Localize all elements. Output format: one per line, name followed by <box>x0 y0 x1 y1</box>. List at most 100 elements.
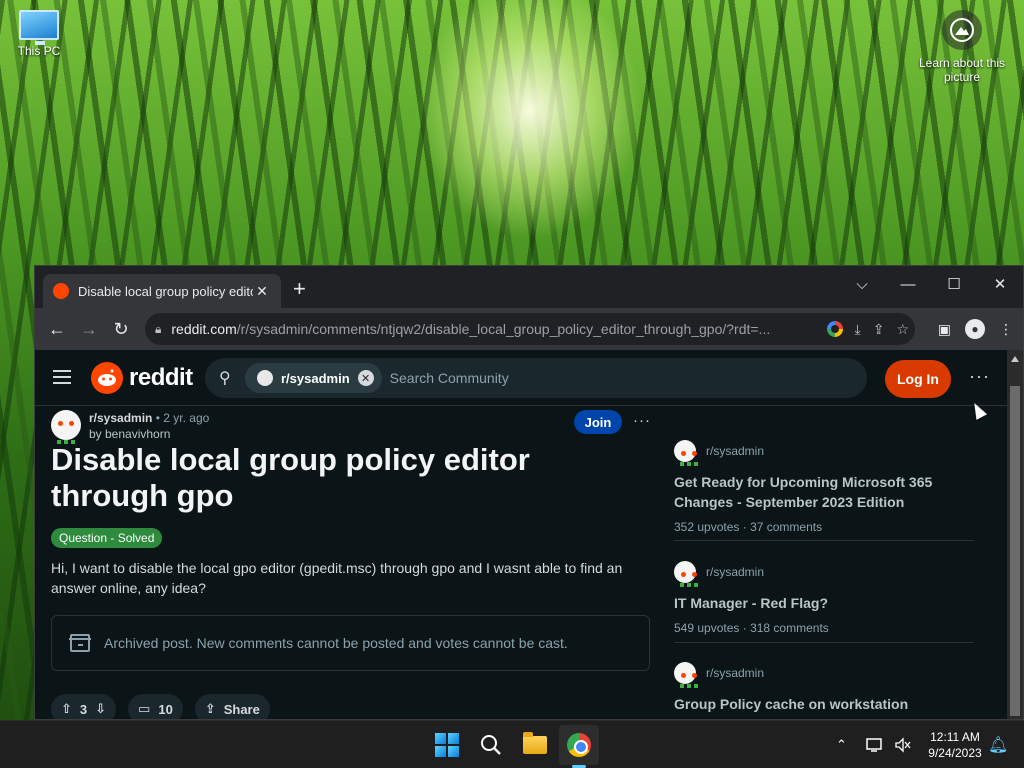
chrome-menu-icon[interactable]: ⋮ <box>999 321 1013 338</box>
side-panel-icon[interactable]: ▣ <box>938 321 951 338</box>
comments-button[interactable]: ▭ 10 <box>128 694 183 719</box>
url-host: reddit.com <box>171 321 237 337</box>
stats-separator: · <box>742 621 747 635</box>
share-label: Share <box>223 701 260 717</box>
post-subreddit[interactable]: r/sysadmin <box>89 411 152 425</box>
chip-clear-icon[interactable]: ✕ <box>357 370 374 386</box>
network-icon[interactable] <box>866 721 884 768</box>
login-button[interactable]: Log In <box>885 360 951 398</box>
subreddit-avatar[interactable] <box>51 410 81 444</box>
post-meta: r/sysadmin • 2 yr. ago by benavivhorn <box>51 410 209 444</box>
related-post[interactable]: r/sysadmin IT Manager - Red Flag? 549 up… <box>674 561 974 635</box>
back-arrow-icon[interactable]: ← <box>41 313 73 345</box>
divider <box>674 540 974 541</box>
google-lens-icon[interactable] <box>826 321 843 337</box>
subreddit-avatar <box>257 370 273 386</box>
close-button[interactable]: ✕ <box>977 270 1023 298</box>
reddit-logo[interactable]: reddit <box>91 362 193 394</box>
related-stats: 549 upvotes · 318 comments <box>674 621 974 635</box>
clock-time: 12:11 AM <box>930 730 980 744</box>
related-title[interactable]: IT Manager - Red Flag? <box>674 593 934 613</box>
related-subreddit: r/sysadmin <box>706 444 765 458</box>
tray-chevron-icon[interactable]: ⌃ <box>836 721 847 768</box>
post-more-icon[interactable]: ··· <box>633 412 651 429</box>
post-title: Disable local group policy editor throug… <box>51 442 530 513</box>
windows-logo-icon <box>435 733 459 757</box>
scroll-up-arrow-icon[interactable] <box>1011 356 1019 362</box>
address-bar[interactable]: 🔒︎ reddit.com /r/sysadmin/comments/ntjqw… <box>145 313 915 345</box>
divider <box>674 642 974 643</box>
reddit-favicon-icon <box>53 283 69 299</box>
install-app-icon[interactable]: ⤓ <box>855 321 861 338</box>
subreddit-chip[interactable]: r/sysadmin ✕ <box>245 363 382 393</box>
share-button[interactable]: ⇪ Share <box>194 694 270 719</box>
profile-avatar-icon[interactable]: ● <box>965 319 985 339</box>
clock-date: 9/24/2023 <box>928 746 982 760</box>
browser-toolbar: ← → ↻ 🔒︎ reddit.com /r/sysadmin/comments… <box>35 308 1023 350</box>
chrome-taskbar-button[interactable] <box>565 731 593 759</box>
search-input[interactable] <box>389 370 790 386</box>
subreddit-avatar <box>674 662 698 688</box>
search-icon: ⚲ <box>219 370 231 387</box>
related-subreddit: r/sysadmin <box>706 666 765 680</box>
new-tab-button[interactable]: + <box>293 278 306 300</box>
reddit-wordmark: reddit <box>129 364 193 391</box>
search-taskbar-button[interactable] <box>477 731 505 759</box>
archived-notice: Archived post. New comments cannot be po… <box>51 615 650 671</box>
share-icon[interactable]: ⇪ <box>873 321 885 338</box>
title-bar: Disable local group policy editor ✕ + ⌵ … <box>35 266 1023 308</box>
reddit-header: reddit ⚲ r/sysadmin ✕ Log In ··· <box>35 350 1009 406</box>
monitor-icon <box>19 10 59 45</box>
hamburger-menu-icon[interactable] <box>53 370 71 384</box>
taskbar: ⌃ 12:11 AM 9/24/2023 🔔︎ <box>0 720 1024 768</box>
search-bar[interactable]: ⚲ r/sysadmin ✕ <box>205 358 867 398</box>
camera-icon <box>942 10 982 50</box>
related-post[interactable]: r/sysadmin Group Policy cache on worksta… <box>674 662 974 714</box>
notification-bell-icon[interactable]: 🔔︎ <box>988 735 1008 755</box>
upvote-arrow-icon[interactable]: ⇧ <box>61 701 72 717</box>
stats-separator: · <box>742 520 747 534</box>
learn-about-picture[interactable]: Learn about this picture <box>914 10 1010 84</box>
reddit-snoo-icon <box>91 362 123 394</box>
omnibox-actions: ⤓ ⇪ ☆ <box>826 313 909 345</box>
post-author[interactable]: by benavivhorn <box>89 426 209 442</box>
scroll-thumb[interactable] <box>1010 386 1020 716</box>
system-clock[interactable]: 12:11 AM 9/24/2023 <box>920 729 990 761</box>
post-actions: ⇧ 3 ⇩ ▭ 10 ⇪ Share <box>51 694 270 719</box>
tab-search-chevron-icon[interactable]: ⌵ <box>839 270 885 298</box>
start-button[interactable] <box>433 731 461 759</box>
more-options-icon[interactable]: ··· <box>969 366 990 387</box>
forward-arrow-icon[interactable]: → <box>73 313 105 345</box>
related-comments: 37 comments <box>750 520 823 534</box>
related-title[interactable]: Group Policy cache on workstation <box>674 694 934 714</box>
chrome-icon <box>567 733 591 757</box>
downvote-arrow-icon[interactable]: ⇩ <box>95 701 106 717</box>
related-stats: 352 upvotes · 37 comments <box>674 520 974 534</box>
related-subreddit: r/sysadmin <box>706 565 765 579</box>
maximize-button[interactable]: ☐ <box>931 270 977 298</box>
comment-count: 10 <box>158 701 173 717</box>
share-arrow-icon: ⇪ <box>204 701 216 716</box>
url-path: /r/sysadmin/comments/ntjqw2/disable_loca… <box>236 321 771 337</box>
desktop-icon-label: This PC <box>17 44 61 58</box>
browser-tab[interactable]: Disable local group policy editor ✕ <box>43 274 281 308</box>
file-explorer-button[interactable] <box>521 731 549 759</box>
related-title[interactable]: Get Ready for Upcoming Microsoft 365 Cha… <box>674 472 934 512</box>
tab-close-icon[interactable]: ✕ <box>253 283 271 300</box>
related-post[interactable]: r/sysadmin Get Ready for Upcoming Micros… <box>674 440 974 534</box>
learn-label: Learn about this picture <box>918 56 1006 84</box>
folder-icon <box>523 732 547 754</box>
page-scrollbar[interactable] <box>1007 350 1023 719</box>
volume-muted-icon[interactable] <box>894 721 912 768</box>
bookmark-star-icon[interactable]: ☆ <box>896 321 909 338</box>
archived-text: Archived post. New comments cannot be po… <box>104 635 568 651</box>
reload-icon[interactable]: ↻ <box>105 313 137 345</box>
chip-label: r/sysadmin <box>281 370 350 386</box>
post-flair[interactable]: Question - Solved <box>51 528 163 548</box>
archive-box-icon <box>69 634 91 652</box>
desktop-icon-this-pc[interactable]: This PC <box>12 10 66 58</box>
post-body: Hi, I want to disable the local gpo edit… <box>51 560 623 596</box>
minimize-button[interactable]: — <box>885 270 931 298</box>
join-button[interactable]: Join <box>574 410 622 434</box>
reddit-page: reddit ⚲ r/sysadmin ✕ Log In ··· r/sysad… <box>35 350 1009 719</box>
